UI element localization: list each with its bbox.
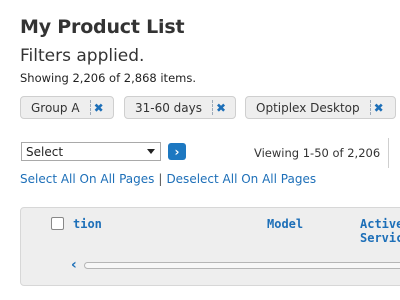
remove-filter-icon[interactable]: ✖	[369, 100, 388, 115]
column-header-active-service[interactable]: Active Servic	[360, 217, 400, 245]
select-value: Select	[26, 144, 64, 159]
column-header-line-2: Servic	[360, 231, 400, 245]
link-separator: |	[158, 172, 163, 186]
column-header-tion[interactable]: tion	[73, 217, 102, 231]
filter-chip-label: Optiplex Desktop	[256, 100, 360, 115]
deselect-all-link[interactable]: Deselect All On All Pages	[166, 172, 316, 186]
filter-chip-31-60-days: 31-60 days ✖	[124, 96, 236, 119]
bulk-action-select[interactable]: Select	[21, 142, 161, 161]
divider	[388, 138, 389, 168]
remove-filter-icon[interactable]: ✖	[212, 100, 230, 115]
chevron-left-icon[interactable]: ‹	[71, 258, 77, 272]
chevron-down-icon	[147, 149, 155, 154]
page-title: My Product List	[20, 16, 185, 38]
remove-filter-icon[interactable]: ✖	[89, 100, 108, 115]
filter-chip-group-a: Group A ✖	[20, 96, 114, 119]
select-all-checkbox[interactable]	[51, 217, 64, 230]
go-button[interactable]: ›	[168, 143, 186, 160]
filter-chip-label: Group A	[31, 100, 80, 115]
chevron-right-icon: ›	[174, 144, 180, 159]
filters-applied-heading: Filters applied.	[20, 46, 145, 66]
horizontal-scrollbar[interactable]	[84, 262, 400, 269]
select-all-link[interactable]: Select All On All Pages	[20, 172, 154, 186]
product-table: tion Model Active Servic ‹	[20, 207, 400, 286]
column-header-model[interactable]: Model	[267, 217, 303, 231]
item-count-text: Showing 2,206 of 2,868 items.	[20, 71, 196, 85]
filter-chip-optiplex-desktop: Optiplex Desktop ✖	[245, 96, 396, 119]
selection-links: Select All On All Pages | Deselect All On …	[20, 172, 316, 186]
pagination-status: Viewing 1-50 of 2,206	[254, 146, 381, 160]
filter-chip-label: 31-60 days	[135, 100, 203, 115]
column-header-line-1: Active	[360, 217, 400, 231]
